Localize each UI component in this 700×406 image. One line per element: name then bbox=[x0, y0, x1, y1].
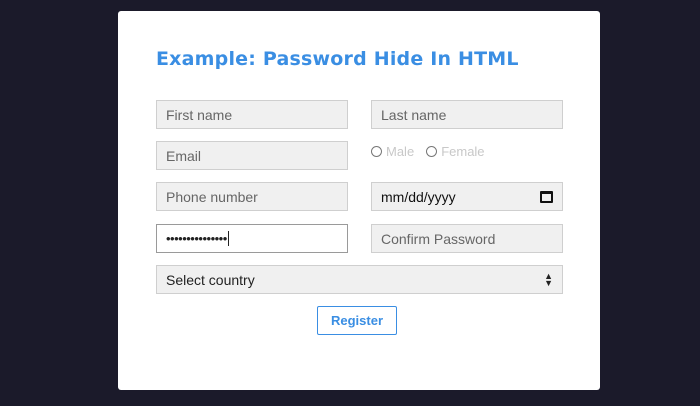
gender-option-male[interactable]: Male bbox=[371, 144, 414, 159]
gender-option-female[interactable]: Female bbox=[426, 144, 485, 159]
registration-card: Example: Password Hide In HTML First nam… bbox=[118, 11, 600, 390]
phone-placeholder: Phone number bbox=[166, 188, 258, 205]
last-name-placeholder: Last name bbox=[381, 106, 447, 123]
country-selected-value: Select country bbox=[166, 271, 255, 288]
male-label: Male bbox=[386, 144, 415, 159]
female-radio[interactable] bbox=[426, 146, 438, 157]
phone-input[interactable]: Phone number bbox=[156, 182, 348, 211]
gender-radio-group: Male Female bbox=[371, 144, 497, 159]
password-input[interactable]: ••••••••••••••• bbox=[156, 224, 348, 253]
email-input[interactable]: Email bbox=[156, 141, 348, 170]
date-value: mm/dd/yyyy bbox=[381, 188, 456, 205]
date-input[interactable]: mm/dd/yyyy bbox=[371, 182, 563, 211]
select-arrows-icon: ▲ ▼ bbox=[544, 270, 553, 288]
female-label: Female bbox=[441, 144, 485, 159]
page-title: Example: Password Hide In HTML bbox=[156, 48, 519, 70]
confirm-password-placeholder: Confirm Password bbox=[381, 230, 496, 247]
country-select[interactable]: Select country ▲ ▼ bbox=[156, 265, 563, 294]
first-name-input[interactable]: First name bbox=[156, 100, 348, 129]
first-name-placeholder: First name bbox=[166, 106, 233, 123]
register-button[interactable]: Register bbox=[317, 306, 397, 335]
password-value: ••••••••••••••• bbox=[166, 231, 227, 246]
email-placeholder: Email bbox=[166, 147, 202, 164]
last-name-input[interactable]: Last name bbox=[371, 100, 563, 129]
text-caret bbox=[227, 231, 229, 246]
confirm-password-input[interactable]: Confirm Password bbox=[371, 224, 563, 253]
calendar-icon[interactable] bbox=[540, 190, 553, 203]
male-radio[interactable] bbox=[371, 146, 382, 157]
